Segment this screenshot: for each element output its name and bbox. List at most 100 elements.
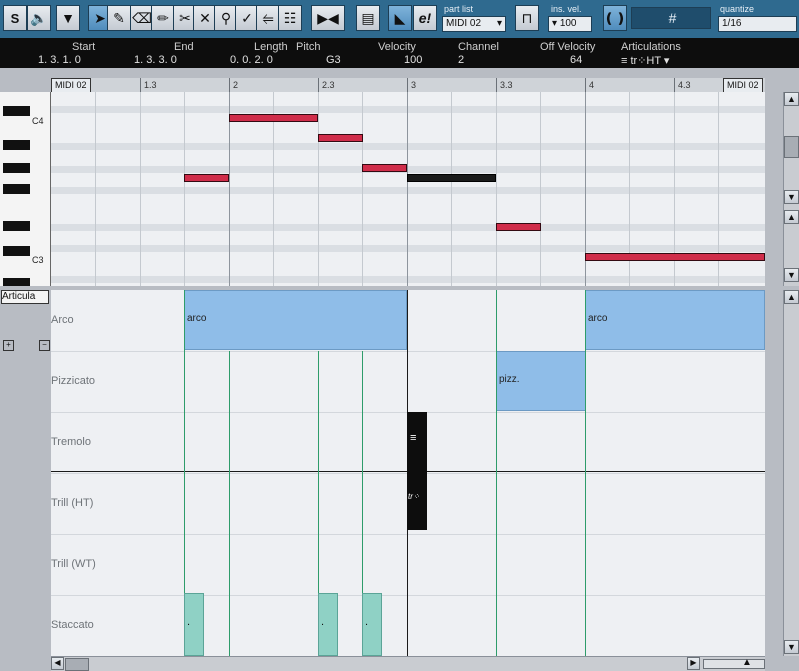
ruler-tick: 3 [407, 78, 416, 92]
black-key-lane [51, 245, 765, 252]
solo-button[interactable]: S [3, 5, 27, 31]
midi-note[interactable] [318, 134, 363, 142]
horizontal-scrollbar[interactable]: ◀ ▶ ▲ [51, 656, 765, 671]
zoom-slider[interactable]: ▲ [703, 657, 765, 669]
grid-line [540, 92, 541, 286]
expression-map-button[interactable]: e! [413, 5, 437, 31]
midi-note[interactable] [362, 164, 407, 172]
scroll-down-button[interactable]: ▼ [784, 640, 799, 654]
grid-line [496, 92, 497, 286]
quantize-select[interactable]: 1/16 [718, 16, 797, 32]
info-value-length[interactable]: 0. 0. 2. 0 [230, 54, 273, 66]
black-key[interactable] [3, 163, 30, 173]
info-value-off-velocity[interactable]: 64 [570, 54, 582, 66]
row-label: Trill (HT) [51, 497, 94, 509]
step-mode-icon: ◣ [394, 9, 406, 26]
info-value-articulations[interactable]: ≡ tr⁘HT ▾ [621, 54, 669, 67]
quantize-icon[interactable]: # [631, 7, 711, 29]
ins-vel-field[interactable]: ▾ 100 [548, 16, 592, 32]
zoom-up-button[interactable]: ▲ [784, 210, 799, 224]
left-locator[interactable]: MIDI 02 [51, 78, 91, 93]
scroll-down-button[interactable]: ▼ [784, 190, 799, 204]
tremolo-trill-icon: ≡ tr⁘HT ▾ [621, 55, 670, 67]
collapse-button[interactable]: − [39, 340, 50, 351]
piano-keyboard[interactable]: C4 C3 [0, 92, 51, 286]
row-label: Trill (WT) [51, 558, 96, 570]
info-header-articulations: Articulations [621, 41, 681, 53]
note-marker-line [496, 290, 497, 656]
solo-icon: S [10, 10, 20, 26]
length-button[interactable]: ⊓ [515, 5, 539, 31]
black-key[interactable] [3, 246, 30, 256]
black-key[interactable] [3, 184, 30, 194]
draw-tool[interactable]: ✏ [151, 5, 175, 31]
dropdown-icon: ▾ [552, 18, 558, 29]
step-input-button[interactable]: ▤ [356, 5, 380, 31]
info-value-channel[interactable]: 2 [458, 54, 464, 66]
transport-icon: ▶◀ [317, 9, 339, 26]
ruler-tick: 3.3 [496, 78, 513, 92]
info-value-start[interactable]: 1. 3. 1. 0 [38, 54, 81, 66]
staccato-dot: . [321, 616, 325, 628]
black-key[interactable] [3, 278, 30, 286]
black-key-lane [51, 143, 765, 150]
row-label: Arco [51, 314, 74, 326]
midi-note[interactable] [229, 114, 318, 122]
staccato-event[interactable]: . [318, 593, 338, 656]
show-info-button[interactable]: ▼ [56, 5, 80, 31]
black-key[interactable] [3, 106, 30, 116]
expand-button[interactable]: + [3, 340, 14, 351]
selected-midi-note[interactable] [407, 174, 496, 182]
pencil-tool[interactable]: ✎ [107, 5, 131, 31]
part-list-select[interactable]: MIDI 02 ▾ [442, 16, 506, 32]
ruler[interactable]: MIDI 02 1.3 2 2.3 3 3.3 4 4.3 MIDI 02 [51, 78, 765, 93]
note-vertical-scrollbar[interactable]: ▲ ▼ ▲ ▼ [783, 92, 799, 286]
zoom-down-button[interactable]: ▼ [784, 268, 799, 282]
note-grid[interactable] [51, 92, 765, 286]
chevron-left-icon: ◀ [54, 658, 61, 667]
black-key[interactable] [3, 221, 30, 231]
articulation-lane[interactable]: Arco Pizzicato Tremolo Trill (HT) Trill … [51, 290, 765, 656]
snap-button[interactable]: ❪❫ [603, 5, 627, 31]
plus-icon: + [6, 340, 11, 349]
tremolo-icon: ≡ [410, 432, 417, 444]
black-key[interactable] [3, 140, 30, 150]
scroll-right-button[interactable]: ▶ [687, 657, 700, 670]
midi-note[interactable] [496, 223, 541, 231]
line-tool[interactable]: ⥢ [256, 5, 280, 31]
step-mode-button[interactable]: ◣ [388, 5, 412, 31]
key-label-c4: C4 [32, 116, 44, 126]
part-list-value: MIDI 02 [446, 18, 482, 29]
quantize-value: 1/16 [722, 18, 742, 29]
info-value-velocity[interactable]: 100 [404, 54, 422, 66]
arco-event[interactable]: arco [585, 290, 765, 350]
transport-button[interactable]: ▶◀ [311, 5, 345, 31]
articulation-row: Trill (WT) [51, 534, 765, 596]
info-value-pitch[interactable]: G3 [326, 54, 341, 66]
speaker-button[interactable]: 🔈 [27, 5, 51, 31]
row-label: Tremolo [51, 436, 91, 448]
scroll-left-button[interactable]: ◀ [51, 657, 64, 670]
scroll-thumb[interactable] [65, 658, 89, 671]
staccato-event[interactable]: . [362, 593, 382, 656]
scroll-up-button[interactable]: ▲ [784, 92, 799, 106]
info-header-length: Length [254, 41, 288, 53]
scroll-thumb[interactable] [784, 136, 799, 158]
grid-line [140, 92, 141, 286]
ruler-tick: 1.3 [140, 78, 157, 92]
lane-vertical-scrollbar[interactable]: ▲ ▼ [783, 290, 799, 656]
chevron-up-icon: ▲ [787, 292, 796, 302]
info-value-end[interactable]: 1. 3. 3. 0 [134, 54, 177, 66]
key-label-c3: C3 [32, 255, 44, 265]
scroll-up-button[interactable]: ▲ [784, 290, 799, 304]
drumstick-tool[interactable]: ☷ [278, 5, 302, 31]
midi-note[interactable] [585, 253, 765, 261]
articulation-select[interactable]: Articula [1, 290, 49, 304]
tremolo-trill-event[interactable]: ≡ tr⁘ [407, 412, 427, 530]
black-key-lane [51, 187, 765, 194]
right-locator[interactable]: MIDI 02 [723, 78, 763, 93]
pizzicato-event[interactable]: pizz. [496, 351, 586, 411]
staccato-event[interactable]: . [184, 593, 204, 656]
arco-event[interactable]: arco [184, 290, 407, 350]
midi-note[interactable] [184, 174, 229, 182]
